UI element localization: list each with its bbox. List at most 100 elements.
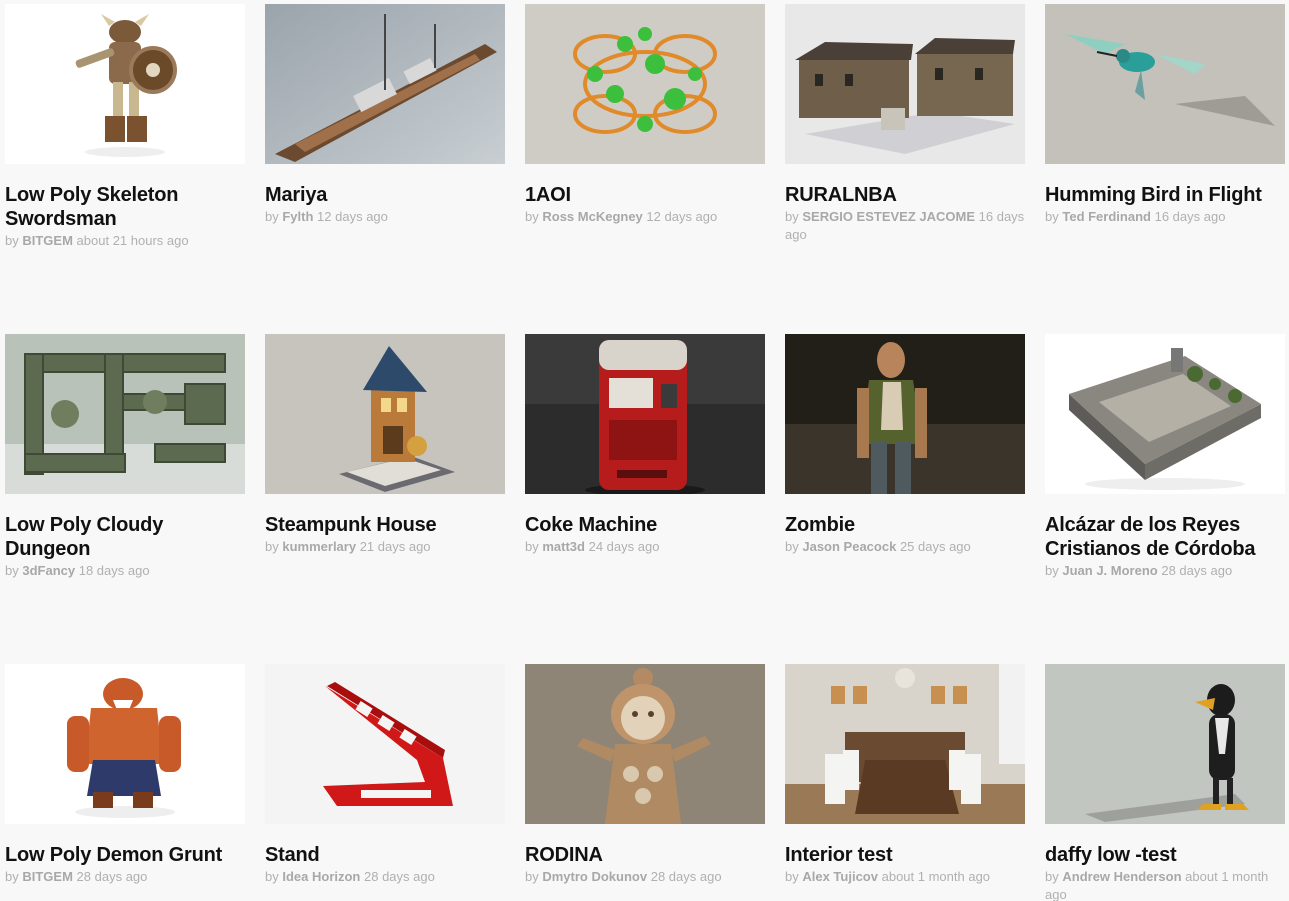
time-label: about 21 hours ago	[76, 233, 189, 248]
model-thumbnail[interactable]	[5, 4, 245, 164]
by-label: by	[5, 869, 19, 884]
author-link[interactable]: BITGEM	[22, 869, 73, 884]
model-title[interactable]: Humming Bird in Flight	[1045, 183, 1285, 207]
author-link[interactable]: 3dFancy	[22, 563, 75, 578]
time-label: 12 days ago	[317, 209, 388, 224]
by-label: by	[525, 869, 539, 884]
author-link[interactable]: Juan J. Moreno	[1062, 563, 1157, 578]
by-label: by	[1045, 209, 1059, 224]
time-label: 28 days ago	[76, 869, 148, 884]
model-meta: by Juan J. Moreno 28 days ago	[1045, 562, 1285, 580]
model-thumbnail[interactable]	[5, 334, 245, 494]
model-thumbnail[interactable]	[785, 664, 1025, 824]
time-label: about 1 month ago	[881, 869, 991, 884]
model-title[interactable]: RURALNBA	[785, 183, 1025, 207]
by-label: by	[5, 233, 19, 248]
model-thumbnail[interactable]	[5, 664, 245, 824]
model-thumbnail[interactable]	[265, 664, 505, 824]
author-link[interactable]: Andrew Henderson	[1062, 869, 1181, 884]
by-label: by	[1045, 869, 1059, 884]
vending-machine-thumbnail	[525, 334, 765, 494]
time-label: 12 days ago	[646, 209, 718, 224]
model-meta: by BITGEM about 21 hours ago	[5, 232, 245, 250]
model-meta: by Jason Peacock 25 days ago	[785, 538, 1025, 556]
duck-thumbnail	[1045, 664, 1285, 824]
author-link[interactable]: kummerlary	[282, 539, 356, 554]
model-thumbnail[interactable]	[785, 334, 1025, 494]
model-title[interactable]: Mariya	[265, 183, 505, 207]
model-card: Zombie by Jason Peacock 25 days ago	[785, 334, 1025, 556]
model-card: daffy low -test by Andrew Henderson abou…	[1045, 664, 1285, 901]
time-label: 24 days ago	[588, 539, 660, 554]
skeleton-warrior-thumbnail	[5, 4, 245, 164]
model-title[interactable]: Stand	[265, 843, 505, 867]
model-card: RODINA by Dmytro Dokunov 28 days ago	[525, 664, 765, 886]
time-label: 16 days ago	[1154, 209, 1226, 224]
model-card: Low Poly Cloudy Dungeon by 3dFancy 18 da…	[5, 334, 245, 580]
model-card: Alcázar de los Reyes Cristianos de Córdo…	[1045, 334, 1285, 580]
model-meta: by Andrew Henderson about 1 month ago	[1045, 868, 1285, 901]
time-label: 25 days ago	[899, 539, 971, 554]
model-thumbnail[interactable]	[525, 334, 765, 494]
red-stand-thumbnail	[265, 664, 505, 824]
zombie-thumbnail	[785, 334, 1025, 494]
author-link[interactable]: Fylth	[282, 209, 313, 224]
model-title[interactable]: Coke Machine	[525, 513, 765, 537]
demon-thumbnail	[5, 664, 245, 824]
model-title[interactable]: Low Poly Cloudy Dungeon	[5, 513, 245, 561]
model-thumbnail[interactable]	[1045, 4, 1285, 164]
model-title[interactable]: Low Poly Skeleton Swordsman	[5, 183, 245, 231]
hummingbird-thumbnail	[1045, 4, 1285, 164]
model-title[interactable]: daffy low -test	[1045, 843, 1285, 867]
author-link[interactable]: Jason Peacock	[802, 539, 896, 554]
model-thumbnail[interactable]	[1045, 334, 1285, 494]
model-card: Steampunk House by kummerlary 21 days ag…	[265, 334, 505, 556]
clay-figure-thumbnail	[525, 664, 765, 824]
model-thumbnail[interactable]	[525, 4, 765, 164]
model-meta: by Ted Ferdinand 16 days ago	[1045, 208, 1285, 226]
author-link[interactable]: matt3d	[542, 539, 585, 554]
model-card: 1AOI by Ross McKegney 12 days ago	[525, 4, 765, 226]
model-thumbnail[interactable]	[265, 4, 505, 164]
model-card: Stand by Idea Horizon 28 days ago	[265, 664, 505, 886]
by-label: by	[785, 539, 799, 554]
model-title[interactable]: Steampunk House	[265, 513, 505, 537]
model-meta: by SERGIO ESTEVEZ JACOME 16 days ago	[785, 208, 1025, 244]
model-thumbnail[interactable]	[785, 4, 1025, 164]
model-thumbnail[interactable]	[1045, 664, 1285, 824]
model-title[interactable]: Interior test	[785, 843, 1025, 867]
model-title[interactable]: Low Poly Demon Grunt	[5, 843, 245, 867]
author-link[interactable]: Ted Ferdinand	[1062, 209, 1151, 224]
by-label: by	[525, 539, 539, 554]
by-label: by	[265, 539, 279, 554]
by-label: by	[785, 869, 799, 884]
model-title[interactable]: 1AOI	[525, 183, 765, 207]
author-link[interactable]: Idea Horizon	[282, 869, 360, 884]
author-link[interactable]: SERGIO ESTEVEZ JACOME	[802, 209, 975, 224]
time-label: 28 days ago	[1161, 563, 1233, 578]
model-meta: by Fylth 12 days ago	[265, 208, 505, 226]
model-meta: by Ross McKegney 12 days ago	[525, 208, 765, 226]
model-thumbnail[interactable]	[265, 334, 505, 494]
author-link[interactable]: BITGEM	[22, 233, 73, 248]
castle-thumbnail	[1045, 334, 1285, 494]
battleship-thumbnail	[265, 4, 505, 164]
model-card: Low Poly Skeleton Swordsman by BITGEM ab…	[5, 4, 245, 250]
model-title[interactable]: Alcázar de los Reyes Cristianos de Córdo…	[1045, 513, 1285, 561]
author-link[interactable]: Alex Tujicov	[802, 869, 878, 884]
model-thumbnail[interactable]	[525, 664, 765, 824]
time-label: 28 days ago	[364, 869, 435, 884]
time-label: 28 days ago	[650, 869, 722, 884]
by-label: by	[525, 209, 539, 224]
model-meta: by Alex Tujicov about 1 month ago	[785, 868, 1025, 886]
model-card: Coke Machine by matt3d 24 days ago	[525, 334, 765, 556]
stone-house-thumbnail	[785, 4, 1025, 164]
model-meta: by Dmytro Dokunov 28 days ago	[525, 868, 765, 886]
model-card: Low Poly Demon Grunt by BITGEM 28 days a…	[5, 664, 245, 886]
author-link[interactable]: Dmytro Dokunov	[542, 869, 647, 884]
time-label: 21 days ago	[359, 539, 431, 554]
model-title[interactable]: Zombie	[785, 513, 1025, 537]
time-label: 18 days ago	[78, 563, 150, 578]
author-link[interactable]: Ross McKegney	[542, 209, 642, 224]
model-title[interactable]: RODINA	[525, 843, 765, 867]
